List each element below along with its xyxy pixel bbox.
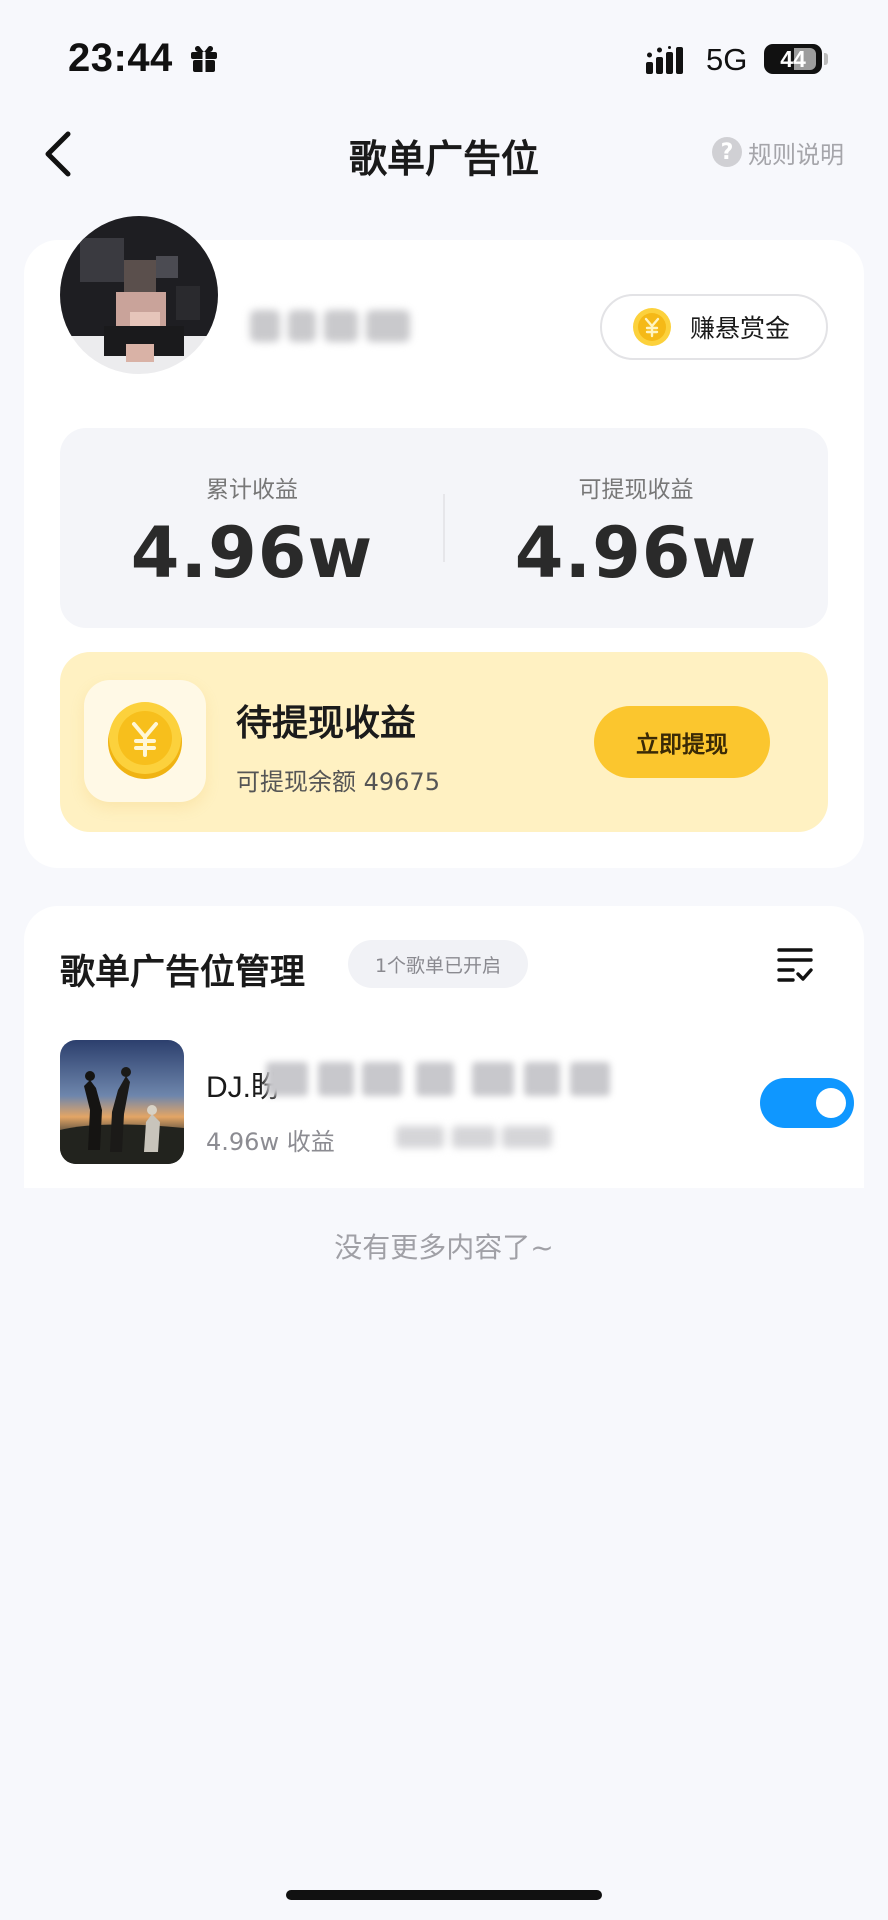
rules-link[interactable]: ? 规则说明: [712, 134, 844, 170]
toggle-knob: [816, 1088, 846, 1118]
avatar[interactable]: [60, 216, 218, 374]
total-earnings: 累计收益 4.96w: [60, 428, 444, 594]
battery-tip: [824, 53, 828, 65]
yen-coin-icon: [108, 702, 182, 779]
available-earnings-value: 4.96w: [514, 512, 758, 594]
coin-tile: [84, 680, 206, 802]
no-more-content: 没有更多内容了~: [334, 1231, 554, 1264]
bounty-button[interactable]: 赚悬赏金: [600, 294, 828, 360]
manage-title: 歌单广告位管理: [60, 953, 306, 993]
profile-card: 赚悬赏金 累计收益 4.96w 可提现收益 4.96w 待提现收益 可提现余额 …: [24, 216, 864, 868]
battery-level: 44: [780, 45, 806, 72]
status-badge: 1个歌单已开启: [348, 940, 528, 988]
withdraw-balance: 可提现余额 49675: [236, 768, 440, 796]
battery-icon: 44: [764, 44, 822, 74]
home-indicator[interactable]: [286, 1890, 602, 1900]
withdraw-title: 待提现收益: [236, 703, 417, 744]
network-label: 5G: [706, 42, 748, 77]
playlist-earnings: 4.96w 收益: [206, 1128, 335, 1156]
playlist-name-redacted: [266, 1054, 666, 1106]
playlist-manage-card: 歌单广告位管理 1个歌单已开启 DJ.盼 4.96w 收益: [24, 906, 864, 1188]
total-earnings-value: 4.96w: [130, 512, 374, 594]
playlist-meta-redacted: [396, 1120, 556, 1154]
sort-list-icon[interactable]: [776, 944, 814, 984]
status-time: 23:44: [68, 36, 173, 80]
yen-coin-icon: [633, 308, 671, 346]
available-earnings-label: 可提现收益: [578, 477, 694, 503]
withdraw-button[interactable]: 立即提现: [594, 706, 770, 778]
playlist-cover: [60, 1040, 184, 1164]
rules-label: 规则说明: [748, 140, 844, 169]
bounty-label: 赚悬赏金: [690, 314, 791, 343]
withdraw-panel: 待提现收益 可提现余额 49675 立即提现: [60, 652, 828, 832]
question-circle-icon: ?: [712, 137, 742, 167]
list-item[interactable]: DJ.盼 4.96w 收益: [60, 1040, 854, 1164]
username-redacted: [250, 304, 418, 348]
stats-panel: 累计收益 4.96w 可提现收益 4.96w: [60, 428, 828, 628]
gift-icon: [191, 46, 217, 72]
total-earnings-label: 累计收益: [206, 477, 298, 503]
available-earnings: 可提现收益 4.96w: [444, 428, 828, 594]
signal-icon: [646, 46, 683, 74]
playlist-ad-toggle[interactable]: [760, 1078, 854, 1128]
status-bar: 23:44 5G 44: [0, 0, 888, 110]
